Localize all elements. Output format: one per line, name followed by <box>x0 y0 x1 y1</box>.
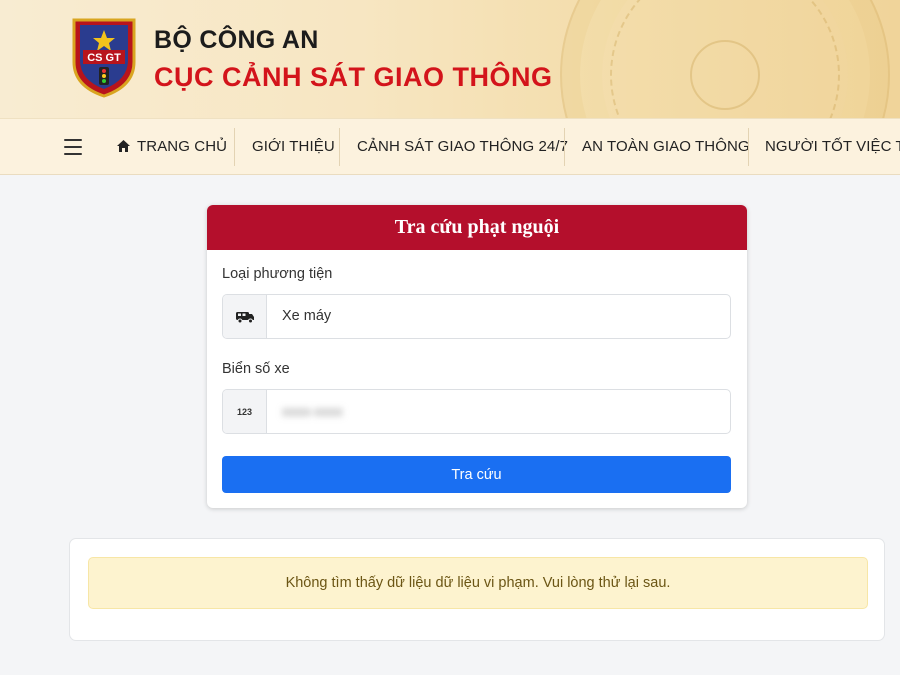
vehicle-type-label: Loại phương tiện <box>222 266 333 282</box>
home-icon <box>117 140 130 152</box>
nav-item-label: GIỚI THIỆU <box>252 138 335 155</box>
number-addon-icon: 123 <box>223 390 267 433</box>
nav-item-label: TRANG CHỦ <box>137 138 228 155</box>
nav-item-traffic-safety[interactable]: AN TOÀN GIAO THÔNG <box>582 119 750 174</box>
nav-item-traffic-police-247[interactable]: CẢNH SÁT GIAO THÔNG 24/7 <box>357 119 569 174</box>
nav-item-label: CẢNH SÁT GIAO THÔNG 24/7 <box>357 138 569 155</box>
card-title: Tra cứu phạt nguội <box>207 205 747 250</box>
nav-divider <box>234 128 235 166</box>
nav-divider <box>748 128 749 166</box>
decorative-drum-center <box>690 40 760 110</box>
site-header: CS GT BỘ CÔNG AN CỤC CẢNH SÁT GIAO THÔNG <box>0 0 900 118</box>
fine-lookup-card: Tra cứu phạt nguội Loại phương tiện Xe m… <box>207 205 747 508</box>
vehicle-type-select[interactable]: Xe máy <box>222 294 731 339</box>
plate-number-label: Biển số xe <box>222 361 290 377</box>
nav-divider <box>339 128 340 166</box>
vehicle-type-value[interactable]: Xe máy <box>267 295 730 338</box>
no-data-alert: Không tìm thấy dữ liệu dữ liệu vi phạm. … <box>88 557 868 609</box>
nav-item-about[interactable]: GIỚI THIỆU <box>252 119 335 174</box>
csgt-emblem-logo[interactable]: CS GT <box>70 16 138 98</box>
department-name: CỤC CẢNH SÁT GIAO THÔNG <box>154 62 553 92</box>
plate-number-value: xxxx-xxxx <box>282 403 343 419</box>
hamburger-menu-icon[interactable] <box>64 139 82 155</box>
plate-number-field-group: 123 xxxx-xxxx <box>222 389 731 434</box>
vehicle-addon <box>223 295 267 338</box>
nav-item-good-people[interactable]: NGƯỜI TỐT VIỆC TỐT <box>765 119 900 174</box>
nav-item-label: NGƯỜI TỐT VIỆC TỐT <box>765 138 900 155</box>
ministry-name: BỘ CÔNG AN <box>154 26 319 54</box>
truck-icon <box>235 311 254 323</box>
main-nav: TRANG CHỦ GIỚI THIỆU CẢNH SÁT GIAO THÔNG… <box>0 118 900 175</box>
nav-divider <box>564 128 565 166</box>
svg-text:CS GT: CS GT <box>87 52 121 64</box>
nav-item-label: AN TOÀN GIAO THÔNG <box>582 138 750 155</box>
lookup-button[interactable]: Tra cứu <box>222 456 731 493</box>
nav-item-home[interactable]: TRANG CHỦ <box>116 119 228 174</box>
plate-number-input[interactable]: xxxx-xxxx <box>267 390 730 433</box>
result-panel: Không tìm thấy dữ liệu dữ liệu vi phạm. … <box>69 538 885 641</box>
